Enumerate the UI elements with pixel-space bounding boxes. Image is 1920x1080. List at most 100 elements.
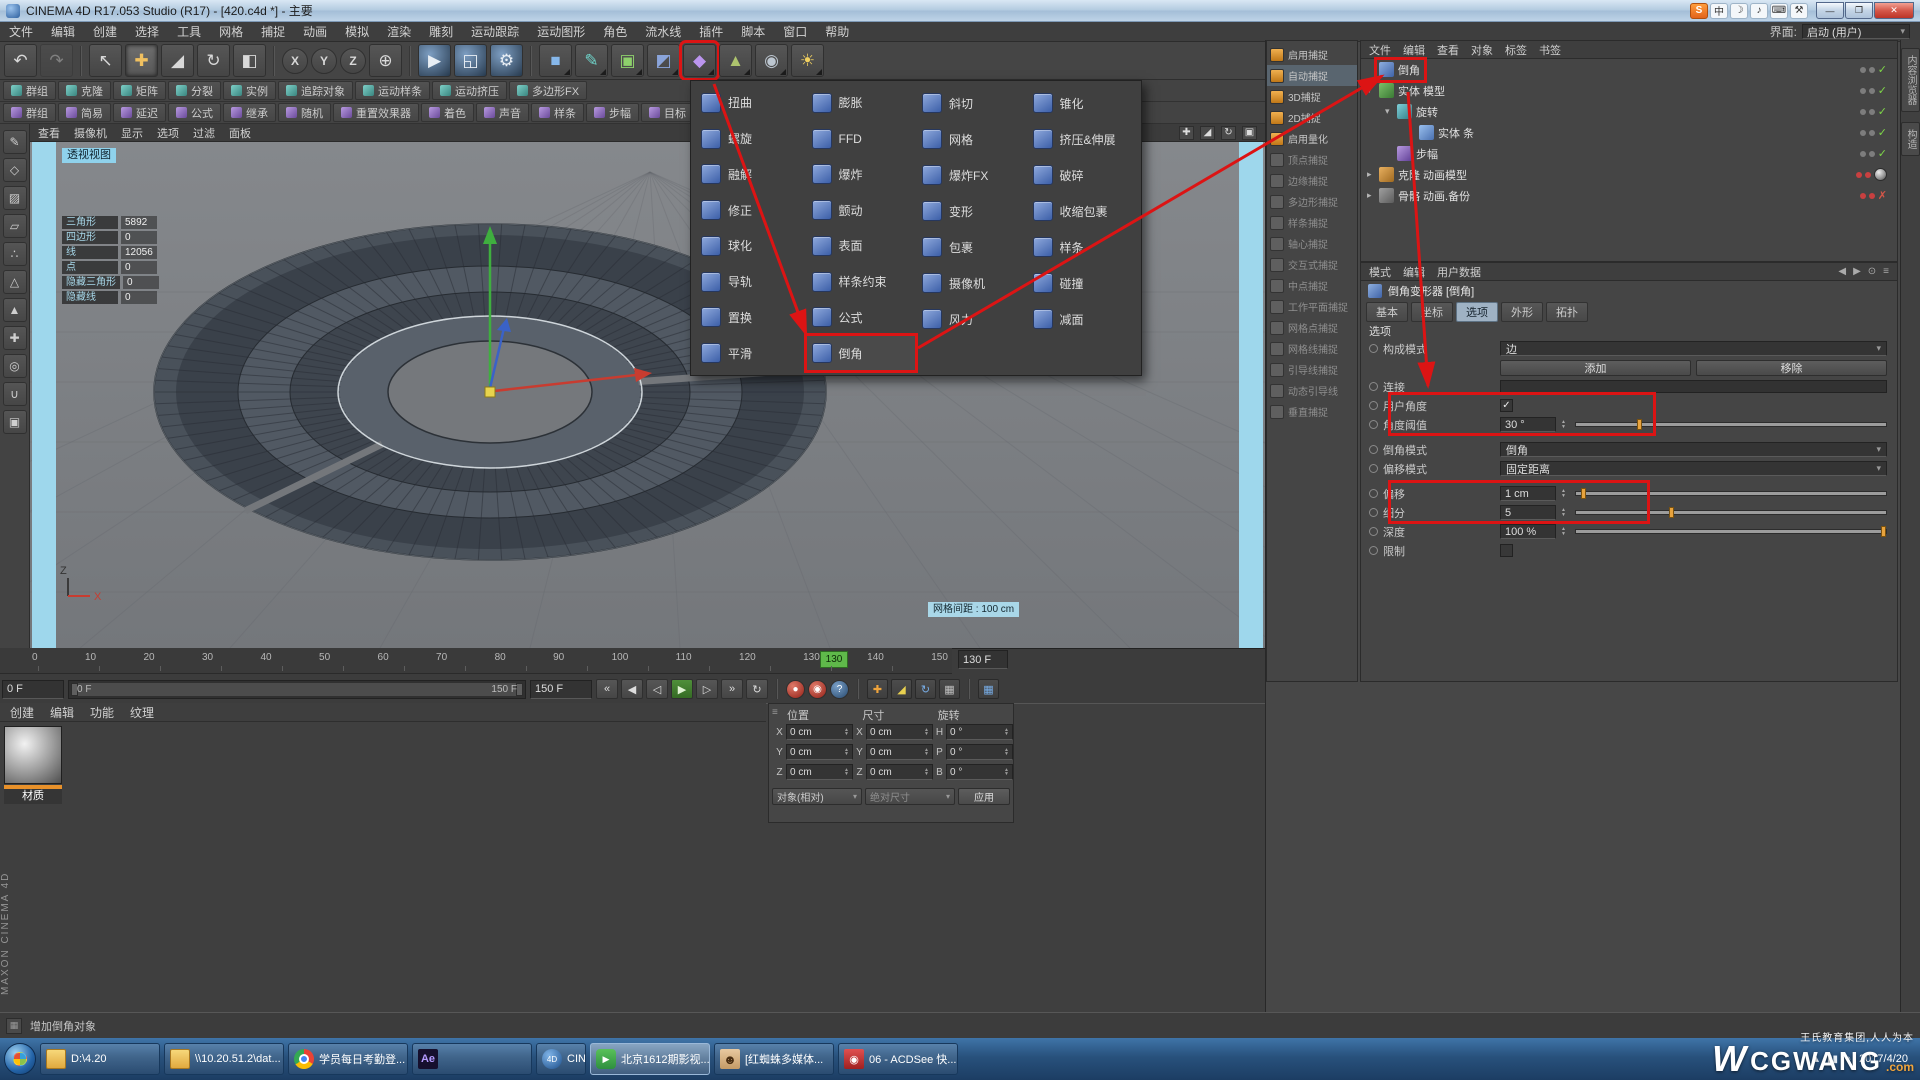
limit-checkbox[interactable] (1500, 544, 1513, 557)
mograph-button[interactable]: 分裂 (168, 81, 221, 100)
deformer-menu-item[interactable]: 爆炸 (806, 157, 917, 193)
snap-option[interactable]: 边缘捕捉 (1267, 170, 1357, 191)
workplane-mode-icon[interactable]: ▱ (3, 214, 27, 238)
panel-grip-icon[interactable]: ≡ (772, 707, 778, 718)
range-end-input[interactable]: 150 F (530, 680, 592, 699)
snap-option[interactable]: 样条捕捉 (1267, 212, 1357, 233)
render-view-icon[interactable]: ▶ (418, 44, 451, 77)
stepper-icon[interactable]: ▲▼ (844, 748, 849, 756)
menu-item[interactable]: 文件 (0, 23, 42, 40)
offset-input[interactable]: 1 cm (1500, 486, 1556, 501)
visibility-dot[interactable] (1865, 172, 1871, 178)
redo-icon[interactable]: ↷ (40, 44, 73, 77)
attribute-tab[interactable]: 拓扑 (1546, 302, 1588, 322)
record-position-toggle[interactable]: ✚ (867, 679, 888, 699)
menu-item[interactable]: 模拟 (336, 23, 378, 40)
use-angle-checkbox[interactable]: ✓ (1500, 399, 1513, 412)
visibility-dot[interactable] (1860, 67, 1866, 73)
snap-option[interactable]: 多边形捕捉 (1267, 191, 1357, 212)
attribute-tab[interactable]: 坐标 (1411, 302, 1453, 322)
object-row[interactable]: ▾ 实体 模型 ✓ (1361, 80, 1897, 101)
size-input[interactable]: 0 cm▲▼ (866, 724, 933, 740)
attribute-tab[interactable]: 外形 (1501, 302, 1543, 322)
snap-option[interactable]: 3D捕捉 (1267, 86, 1357, 107)
taskbar-button[interactable]: \\10.20.51.2\dat... (164, 1043, 284, 1075)
taskbar-button[interactable]: 北京1612期影视... (590, 1043, 710, 1075)
prev-key-button[interactable]: ◀ (621, 679, 643, 699)
material-menu-item[interactable]: 纹理 (130, 704, 154, 721)
object-menu-item[interactable]: 文件 (1369, 42, 1391, 58)
autokey-button[interactable]: ◉ (808, 680, 827, 699)
snap-option[interactable]: 自动捕捉 (1267, 65, 1357, 86)
object-menu-item[interactable]: 标签 (1505, 42, 1527, 58)
anim-dot-icon[interactable] (1369, 508, 1378, 517)
enabled-check-icon[interactable]: ✓ (1878, 63, 1887, 76)
menu-item[interactable]: 捕捉 (252, 23, 294, 40)
playhead[interactable]: 130 (820, 651, 848, 668)
enabled-check-icon[interactable]: ✓ (1878, 147, 1887, 160)
keyframe-options-button[interactable]: ? (830, 680, 849, 699)
modeling-icon[interactable]: ◩ (647, 44, 680, 77)
deformer-menu-item[interactable]: 导轨 (695, 264, 806, 300)
anim-dot-icon[interactable] (1369, 546, 1378, 555)
deformer-menu-item[interactable]: 斜切 (916, 85, 1027, 121)
rotate-tool-icon[interactable]: ↻ (197, 44, 230, 77)
size-input[interactable]: 0 cm▲▼ (866, 764, 933, 780)
stepper-icon[interactable]: ▲▼ (1561, 417, 1570, 432)
effector-button[interactable]: 目标 (641, 103, 694, 122)
expand-icon[interactable]: ▾ (1385, 106, 1396, 117)
move-tool-icon[interactable]: ✚ (125, 44, 158, 77)
effector-button[interactable]: 延迟 (113, 103, 166, 122)
deformer-menu-item[interactable]: 样条 (1027, 229, 1138, 265)
material-name[interactable]: 材质 (4, 789, 62, 804)
stepper-icon[interactable]: ▲▼ (1561, 505, 1570, 520)
start-button[interactable] (4, 1043, 36, 1075)
angle-threshold-input[interactable]: 30 ° (1500, 417, 1556, 432)
deformer-menu-item[interactable]: 风力 (916, 301, 1027, 337)
attribute-tab[interactable]: 选项 (1456, 302, 1498, 322)
record-rotation-toggle[interactable]: ↻ (915, 679, 936, 699)
edge-tab[interactable]: 构造 (1901, 122, 1920, 156)
range-start-input[interactable]: 0 F (2, 680, 64, 699)
effector-button[interactable]: 步幅 (586, 103, 639, 122)
anim-dot-icon[interactable] (1369, 420, 1378, 429)
enabled-check-icon[interactable]: ✓ (1878, 126, 1887, 139)
history-back-icon[interactable]: ◀ (1838, 266, 1846, 277)
snap-option[interactable]: 顶点捕捉 (1267, 149, 1357, 170)
scale-tool-icon[interactable]: ◢ (161, 44, 194, 77)
record-parameter-toggle[interactable]: ▦ (939, 679, 960, 699)
stepper-icon[interactable]: ▲▼ (1004, 768, 1009, 776)
position-input[interactable]: 0 cm▲▼ (786, 724, 853, 740)
interface-select[interactable]: 启动 (用户) ▾ (1802, 24, 1910, 39)
taskbar-button[interactable]: 学员每日考勤登... (288, 1043, 408, 1075)
expand-icon[interactable]: ▾ (1367, 85, 1378, 96)
mograph-button[interactable]: 运动挤压 (432, 81, 507, 100)
dopesheet-button[interactable]: ▦ (978, 679, 999, 699)
effector-button[interactable]: 着色 (421, 103, 474, 122)
close-button[interactable]: ✕ (1874, 2, 1914, 19)
effector-button[interactable]: 公式 (168, 103, 221, 122)
texture-mode-icon[interactable]: ▨ (3, 186, 27, 210)
stepper-icon[interactable]: ▲▼ (1561, 486, 1570, 501)
effector-button[interactable]: 声音 (476, 103, 529, 122)
rotation-input[interactable]: 0 °▲▼ (946, 764, 1013, 780)
goto-end-button[interactable]: » (721, 679, 743, 699)
timeline-ruler[interactable]: 0102030405060708090100110120130140150 13… (0, 648, 952, 674)
material-tag-icon[interactable] (1874, 168, 1887, 181)
menu-item[interactable]: 动画 (294, 23, 336, 40)
camera-icon[interactable]: ◉ (755, 44, 788, 77)
subdivision-input[interactable]: 5 (1500, 505, 1556, 520)
deformer-menu-item[interactable]: 破碎 (1027, 157, 1138, 193)
offset-mode-select[interactable]: 固定距离▾ (1500, 461, 1887, 476)
menu-item[interactable]: 渲染 (378, 23, 420, 40)
mograph-button[interactable]: 克隆 (58, 81, 111, 100)
enable-snap-icon[interactable]: ∪ (3, 382, 27, 406)
visibility-dot[interactable] (1860, 193, 1866, 199)
history-forward-icon[interactable]: ▶ (1853, 266, 1861, 277)
deformer-menu-item[interactable]: 膨胀 (806, 85, 917, 121)
snap-option[interactable]: 中点捕捉 (1267, 275, 1357, 296)
deformer-menu-item[interactable]: 置换 (695, 300, 806, 336)
visibility-dot[interactable] (1860, 109, 1866, 115)
object-row[interactable]: ▾ 步幅 ✓ (1361, 143, 1897, 164)
visibility-dot[interactable] (1869, 151, 1875, 157)
